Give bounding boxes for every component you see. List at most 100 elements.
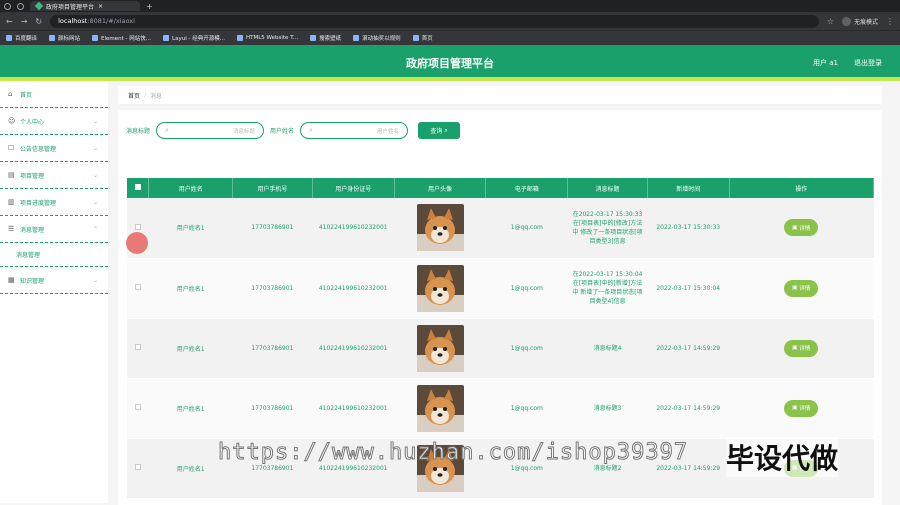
user-phone-cell: 17703786901	[232, 258, 313, 319]
more-icon[interactable]: ⋮	[886, 17, 894, 26]
row-checkbox[interactable]	[134, 464, 141, 470]
guest-label: 无痕模式	[853, 18, 878, 26]
detail-button-label: 详情	[799, 225, 811, 232]
created-time-cell: 2022-03-17 14:59:29	[647, 318, 730, 379]
row-checkbox[interactable]	[134, 404, 141, 410]
message-title: 消息标题3	[593, 404, 622, 412]
bookmark-item[interactable]: HTML5 Website T...	[236, 35, 298, 41]
browser-tab-icon[interactable]	[17, 2, 24, 10]
sidebar-subitem-message[interactable]: 消息管理	[0, 243, 108, 267]
sidebar-item[interactable]: ⌂ 首页	[0, 81, 108, 108]
search-icon: ⌕	[444, 126, 448, 134]
sidebar-item[interactable]: ▦ 知识管理 ⌄	[0, 267, 108, 294]
user-name-cell: 用户姓名1	[148, 198, 233, 259]
url-host: localhost	[58, 17, 88, 25]
bookmark-item[interactable]: 首页	[412, 34, 433, 42]
sidebar-item-label: 公告信息管理	[20, 145, 57, 153]
table-header: 用户姓名 用户手机号 用户身份证号 用户头像 电子邮箱 消息标题 新增时间 操作	[127, 178, 875, 198]
detail-button[interactable]: ▣详情	[784, 279, 819, 297]
name-filter-input[interactable]: ⌕ 用户姓名	[300, 122, 409, 139]
browser-tab-strip: 政府项目管理平台 × +	[0, 0, 900, 12]
sidebar-item-label: 项目进度管理	[20, 199, 57, 207]
sidebar-item-label: 个人中心	[20, 118, 45, 126]
sidebar-item[interactable]: ☰ 消息管理 ⌃	[0, 216, 108, 243]
email-cell: 1@qq.com	[485, 318, 568, 379]
progress-icon: ▥	[8, 197, 15, 206]
row-checkbox[interactable]	[134, 223, 141, 230]
row-checkbox[interactable]	[134, 344, 141, 350]
search-button-label: 查询	[430, 128, 443, 135]
folder-icon: ▤	[8, 170, 15, 179]
watermark-tag: 毕设代做	[726, 437, 839, 477]
column-header: 操作	[729, 178, 875, 198]
bookmark-label: 百度翻译	[15, 36, 38, 42]
table-row[interactable]: 用户姓名1 17703786901 410224199610232001 1@qq.c…	[127, 258, 874, 319]
checkbox-icon[interactable]	[134, 184, 141, 190]
table-row[interactable]: 用户姓名1 17703786901 410224199610232001 1@qq.c…	[127, 378, 874, 439]
close-icon[interactable]: ×	[98, 3, 103, 10]
detail-button-label: 详情	[799, 406, 811, 412]
detail-button-label: 详情	[799, 346, 811, 352]
avatar	[416, 384, 464, 432]
bookmark-label: Element - 网站快...	[101, 36, 152, 42]
bookmark-icon	[163, 35, 170, 41]
bookmark-item[interactable]: 搜索壁纸	[310, 34, 341, 42]
back-icon[interactable]: ←	[6, 17, 13, 26]
logout-link[interactable]: 退出登录	[854, 58, 882, 68]
bookmark-icon	[412, 35, 419, 41]
sidebar-item[interactable]: ☐ 公告信息管理 ⌄	[0, 135, 108, 162]
select-all-checkbox[interactable]	[127, 178, 150, 198]
row-checkbox[interactable]	[134, 284, 141, 290]
avatar-cell	[394, 258, 486, 319]
url-input[interactable]: localhost:8081/#/xiaoxi	[50, 14, 819, 28]
star-icon[interactable]: ☆	[827, 17, 834, 26]
column-header: 用户身份证号	[312, 178, 395, 198]
message-title-cell: 在2022-03-17 15:30:33在[项目表]中的[修改]方法中 修改了一…	[567, 198, 648, 259]
bookmark-item[interactable]: Layui - 经典开源模...	[163, 34, 225, 42]
bookmark-icon	[236, 35, 243, 41]
bookmark-item[interactable]: Element - 网站快...	[92, 34, 151, 42]
watermark-url: https://www.huzhan.com/ishop39397	[217, 440, 689, 466]
user-icon: ☺	[8, 116, 16, 125]
message-title: 消息标题4	[593, 344, 622, 352]
detail-button[interactable]: ▣详情	[784, 399, 819, 417]
browser-tab[interactable]: 政府项目管理平台 ×	[30, 1, 140, 11]
bookmark-item[interactable]: 颜标网站	[49, 34, 80, 42]
user-id-cell: 410224199610232001	[312, 198, 395, 259]
title-filter-input[interactable]: ⌕ 消息标题	[156, 122, 265, 139]
breadcrumb-home[interactable]: 首页	[128, 91, 140, 100]
avatar	[416, 204, 464, 252]
guest-profile[interactable]: 无痕模式	[841, 16, 878, 26]
search-icon: ⌕	[309, 126, 313, 134]
sidebar-item-label: 项目管理	[20, 172, 45, 180]
detail-button[interactable]: ▣详情	[784, 339, 819, 357]
detail-icon: ▣	[792, 224, 798, 231]
detail-button[interactable]: ▣详情	[784, 219, 819, 237]
column-header: 用户姓名	[148, 178, 233, 198]
table-row[interactable]: 用户姓名1 17703786901 410224199610232001 1@qq.c…	[127, 318, 874, 379]
sidebar: ⌂ 首页 ☺ 个人中心 ⌄ ☐ 公告信息管理 ⌄ ▤ 项目管理 ⌄ ▥ 项目进度管理 ⌄ ☰ 消息管理 ⌃ 消息管…	[0, 81, 108, 503]
bookmark-icon	[6, 35, 12, 41]
sidebar-item[interactable]: ▥ 项目进度管理 ⌄	[0, 189, 108, 216]
action-cell: ▣详情	[729, 258, 874, 319]
notice-icon: ☐	[8, 143, 15, 152]
home-icon: ⌂	[8, 89, 13, 98]
page-title: 政府项目管理平台	[406, 57, 494, 70]
action-cell: ▣详情	[729, 198, 874, 259]
reload-icon[interactable]: ↻	[35, 17, 42, 26]
browser-menu-icon[interactable]	[4, 2, 11, 10]
name-filter-label: 用户姓名	[270, 128, 295, 135]
search-button[interactable]: 查询 ⌕	[418, 122, 461, 139]
new-tab-icon[interactable]: +	[146, 2, 153, 11]
user-phone-cell: 17703786901	[232, 318, 313, 379]
row-checkbox-cell	[127, 378, 149, 439]
sidebar-item[interactable]: ▤ 项目管理 ⌄	[0, 162, 108, 189]
mouse-cursor-highlight	[126, 232, 148, 254]
forward-icon[interactable]: →	[21, 17, 28, 26]
table-row[interactable]: 用户姓名1 17703786901 410224199610232001 1@qq.c…	[127, 198, 874, 259]
bookmark-icon	[310, 35, 317, 41]
bookmark-item[interactable]: 滚动抽奖以规则	[353, 34, 401, 42]
sidebar-item[interactable]: ☺ 个人中心 ⌄	[0, 108, 108, 135]
created-time-cell: 2022-03-17 15:30:33	[647, 198, 730, 259]
bookmark-item[interactable]: 百度翻译	[6, 34, 37, 42]
